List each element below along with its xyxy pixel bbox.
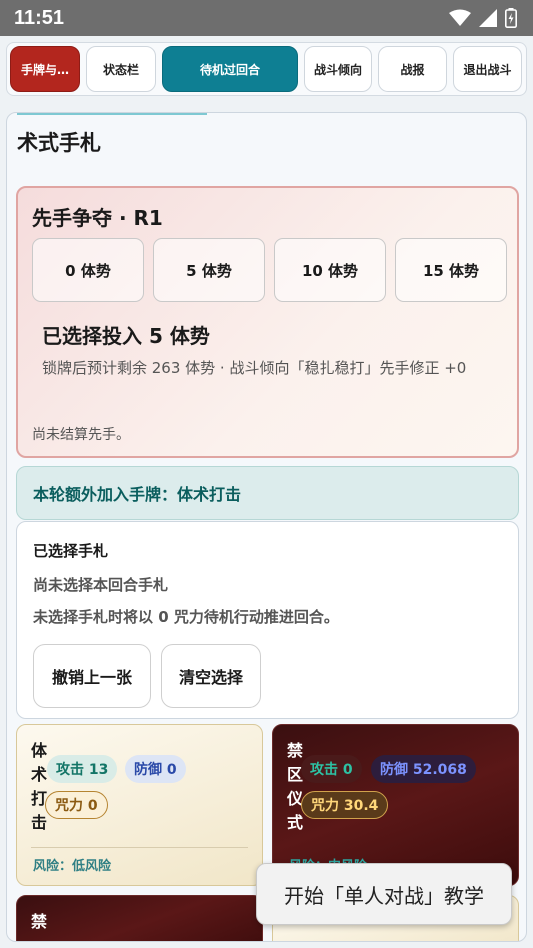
card-name: 体术打击 (31, 741, 48, 832)
tab-battle-tendency[interactable]: 战斗倾向 (304, 46, 372, 92)
tab-battle-report[interactable]: 战报 (378, 46, 447, 92)
tab-bar: 手牌与… 状态栏 待机过回合 战斗倾向 战报 退出战斗 (6, 42, 527, 96)
selected-hand-empty: 尚未选择本回合手札 (33, 576, 169, 594)
stake-option-5[interactable]: 5 体势 (153, 238, 265, 302)
selected-hand-info: 已选择手札 尚未选择本回合手札 未选择手札时将以 0 咒力待机行动推进回合。 (31, 534, 505, 630)
stake-options: 0 体势 5 体势 10 体势 15 体势 (32, 238, 507, 302)
extra-card-notice: 本轮额外加入手牌：体术打击 (16, 466, 519, 520)
signal-icon (479, 9, 497, 27)
selected-hand: 已选择手札 尚未选择本回合手札 未选择手札时将以 0 咒力待机行动推进回合。 撤… (16, 521, 519, 719)
defense-badge: 防御 52.068 (371, 755, 476, 783)
tutorial-toast: 开始「单人对战」教学 (256, 863, 512, 925)
selected-hand-hint: 未选择手札时将以 0 咒力待机行动推进回合。 (33, 608, 339, 626)
page-title: 术式手札 (17, 131, 101, 155)
card-name: 禁 (31, 912, 48, 931)
initiative-status: 尚未结算先手。 (32, 427, 130, 443)
hand-panel[interactable]: 术式手札 先手争夺 · R1 0 体势 5 体势 10 体势 15 体势 已选择… (6, 112, 527, 942)
undo-last-button[interactable]: 撤销上一张 (33, 644, 151, 708)
hand-card[interactable]: 禁 (16, 895, 263, 941)
wifi-icon (449, 9, 471, 26)
attack-badge: 攻击 0 (301, 755, 362, 783)
extra-card-text: 本轮额外加入手牌：体术打击 (33, 485, 242, 504)
toast-text: 开始「单人对战」教学 (284, 883, 484, 908)
hand-card[interactable]: 体术打击 攻击 13 防御 0 咒力 0 风险：低风险 (16, 724, 263, 886)
tab-status-bar[interactable]: 状态栏 (86, 46, 156, 92)
status-bar: 11:51 (0, 0, 533, 36)
defense-badge: 防御 0 (125, 755, 186, 783)
stake-option-10[interactable]: 10 体势 (274, 238, 386, 302)
tab-hand-and[interactable]: 手牌与… (10, 46, 80, 92)
panel-scroll-indicator (17, 113, 207, 115)
card-name: 禁区仪式 (287, 741, 304, 832)
clear-selection-button[interactable]: 清空选择 (161, 644, 261, 708)
stake-option-0[interactable]: 0 体势 (32, 238, 144, 302)
chosen-stake: 已选择投入 5 体势 (42, 324, 210, 348)
status-time: 11:51 (14, 6, 65, 29)
hand-card[interactable]: 禁区仪式 攻击 0 防御 52.068 咒力 30.4 风险：中风险 (272, 724, 519, 886)
initiative-card: 先手争夺 · R1 0 体势 5 体势 10 体势 15 体势 已选择投入 5 … (16, 186, 519, 458)
attack-badge: 攻击 13 (47, 755, 118, 783)
tab-standby-turn[interactable]: 待机过回合 (162, 46, 298, 92)
mana-badge: 咒力 30.4 (301, 791, 389, 819)
selected-hand-title: 已选择手札 (33, 542, 109, 560)
battery-charging-icon (505, 8, 517, 28)
initiative-forecast: 锁牌后预计剩余 263 体势 · 战斗倾向「稳扎稳打」先手修正 +0 (42, 359, 467, 377)
tab-exit-battle[interactable]: 退出战斗 (453, 46, 522, 92)
initiative-title: 先手争夺 · R1 (32, 206, 163, 230)
risk-label: 风险：低风险 (33, 859, 112, 874)
card-divider (31, 847, 248, 848)
status-icons (449, 8, 517, 28)
stake-option-15[interactable]: 15 体势 (395, 238, 507, 302)
mana-badge: 咒力 0 (45, 791, 108, 819)
